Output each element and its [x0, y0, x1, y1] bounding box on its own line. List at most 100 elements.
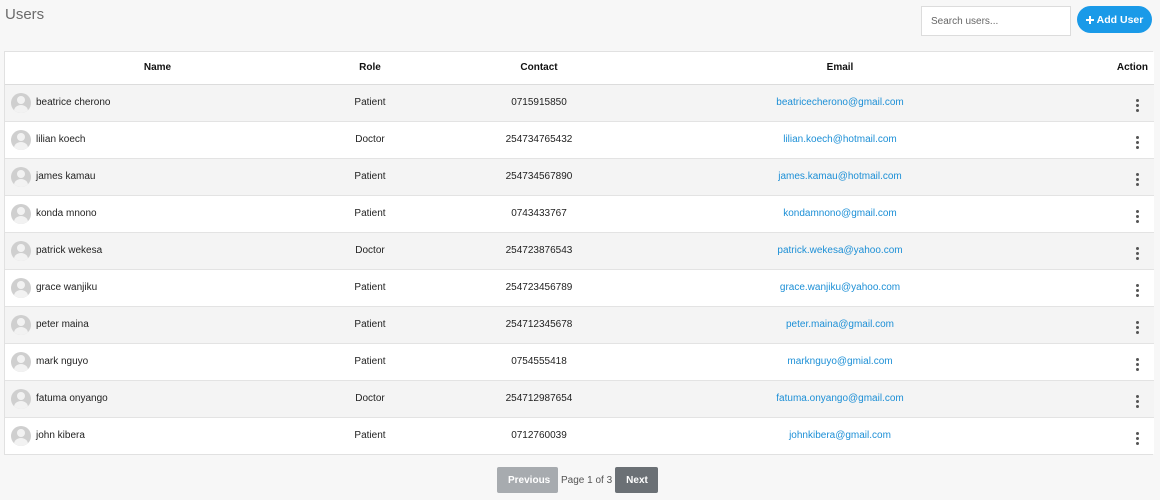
- contact-cell: 254712987654: [505, 393, 573, 404]
- name-wrap: james kamau: [11, 166, 310, 187]
- table-row: beatrice cherono Patient 0715915850 beatric…: [5, 84, 1154, 121]
- column-header-action: Action: [1032, 52, 1154, 85]
- user-name: lilian koech: [36, 134, 86, 145]
- user-avatar-icon: [11, 425, 31, 446]
- role-cell: Doctor: [355, 134, 385, 145]
- email-link[interactable]: kondamnono@gmail.com: [648, 195, 1032, 232]
- email-link[interactable]: patrick.wekesa@yahoo.com: [648, 232, 1032, 269]
- table-header-row: Name Role Contact Email Action: [5, 52, 1154, 85]
- page-title: Users: [5, 6, 45, 23]
- name-cell: peter maina: [5, 306, 310, 343]
- kebab-menu-icon[interactable]: [1134, 357, 1140, 371]
- action-cell: [1032, 121, 1154, 158]
- table-row: lilian koech Doctor 254734765432 lilian.koe…: [5, 121, 1154, 158]
- column-header-contact: Contact: [430, 52, 648, 85]
- action-cell: [1032, 269, 1154, 306]
- plus-icon: [1085, 15, 1094, 24]
- name-cell: james kamau: [5, 158, 310, 195]
- email-link[interactable]: marknguyo@gmial.com: [648, 343, 1032, 380]
- name-cell: grace wanjiku: [5, 269, 310, 306]
- table-row: mark nguyo Patient 0754555418 marknguyo@gmi…: [5, 343, 1154, 380]
- name-wrap: grace wanjiku: [11, 277, 310, 298]
- user-avatar-icon: [11, 92, 31, 113]
- email-link[interactable]: peter.maina@gmail.com: [648, 306, 1032, 343]
- table-row: grace wanjiku Patient 254723456789 grace.wa…: [5, 269, 1154, 306]
- table-row: konda mnono Patient 0743433767 kondamnono@g…: [5, 195, 1154, 232]
- name-cell: mark nguyo: [5, 343, 310, 380]
- pagination: Previous Page 1 of 3 Next: [497, 467, 659, 493]
- name-cell: patrick wekesa: [5, 232, 310, 269]
- kebab-menu-icon[interactable]: [1134, 172, 1140, 186]
- name-wrap: konda mnono: [11, 203, 310, 224]
- page-info: Page 1 of 3: [561, 474, 613, 486]
- role-cell: Patient: [354, 430, 386, 442]
- kebab-menu-icon[interactable]: [1134, 246, 1140, 260]
- role-cell: Patient: [354, 208, 386, 219]
- name-wrap: patrick wekesa: [11, 240, 310, 261]
- previous-button[interactable]: Previous: [497, 467, 558, 493]
- column-header-name: Name: [5, 52, 310, 85]
- contact-cell: 254734567890: [505, 171, 573, 182]
- user-avatar-icon: [11, 166, 31, 187]
- name-wrap: lilian koech: [11, 129, 310, 150]
- role-cell: Doctor: [355, 245, 385, 256]
- email-link[interactable]: grace.wanjiku@yahoo.com: [648, 269, 1032, 306]
- name-wrap: john kibera: [11, 425, 310, 446]
- kebab-menu-icon[interactable]: [1134, 209, 1140, 223]
- user-name: konda mnono: [36, 208, 97, 219]
- table-row: peter maina Patient 254712345678 peter.main…: [5, 306, 1154, 343]
- name-cell: beatrice cherono: [5, 84, 310, 121]
- user-name: fatuma onyango: [36, 393, 108, 404]
- table-row: john kibera Patient 0712760039 johnkibera@g…: [5, 417, 1154, 454]
- contact-cell: 0715915850: [511, 97, 567, 108]
- name-cell: fatuma onyango: [5, 380, 310, 417]
- action-cell: [1032, 343, 1154, 380]
- role-cell: Doctor: [355, 393, 385, 404]
- name-wrap: peter maina: [11, 314, 310, 335]
- add-user-button[interactable]: Add User: [1077, 6, 1152, 33]
- next-button[interactable]: Next: [615, 467, 659, 493]
- kebab-menu-icon[interactable]: [1134, 135, 1140, 149]
- contact-cell: 0743433767: [511, 208, 567, 219]
- action-cell: [1032, 195, 1154, 232]
- user-name: john kibera: [36, 430, 85, 442]
- name-cell: lilian koech: [5, 121, 310, 158]
- kebab-menu-icon[interactable]: [1134, 394, 1140, 408]
- name-wrap: fatuma onyango: [11, 388, 310, 409]
- role-cell: Patient: [354, 282, 386, 293]
- action-cell: [1032, 380, 1154, 417]
- column-header-email: Email: [648, 52, 1032, 85]
- table-row: patrick wekesa Doctor 254723876543 patrick.…: [5, 232, 1154, 269]
- user-avatar-icon: [11, 351, 31, 372]
- user-name: beatrice cherono: [36, 97, 111, 108]
- email-link[interactable]: james.kamau@hotmail.com: [648, 158, 1032, 195]
- email-link[interactable]: lilian.koech@hotmail.com: [648, 121, 1032, 158]
- contact-cell: 254723456789: [505, 282, 573, 293]
- user-avatar-icon: [11, 277, 31, 298]
- user-name: james kamau: [36, 171, 96, 182]
- email-link[interactable]: fatuma.onyango@gmail.com: [648, 380, 1032, 417]
- email-link[interactable]: johnkibera@gmail.com: [648, 417, 1032, 454]
- contact-cell: 254723876543: [505, 245, 573, 256]
- contact-cell: 254734765432: [505, 134, 573, 145]
- email-link[interactable]: beatricecherono@gmail.com: [648, 84, 1032, 121]
- contact-cell: 254712345678: [505, 319, 573, 330]
- add-user-label: Add User: [1096, 13, 1144, 26]
- kebab-menu-icon[interactable]: [1134, 283, 1140, 297]
- action-cell: [1032, 232, 1154, 269]
- user-avatar-icon: [11, 314, 31, 335]
- user-name: grace wanjiku: [36, 282, 98, 293]
- name-cell: konda mnono: [5, 195, 310, 232]
- action-cell: [1032, 158, 1154, 195]
- role-cell: Patient: [354, 97, 386, 108]
- search-input[interactable]: [921, 6, 1071, 36]
- users-table: Name Role Contact Email Action beatrice …: [4, 51, 1154, 455]
- role-cell: Patient: [354, 319, 386, 330]
- kebab-menu-icon[interactable]: [1134, 431, 1140, 445]
- user-avatar-icon: [11, 388, 31, 409]
- action-cell: [1032, 417, 1154, 454]
- name-wrap: mark nguyo: [11, 351, 310, 372]
- kebab-menu-icon[interactable]: [1134, 98, 1140, 112]
- kebab-menu-icon[interactable]: [1134, 320, 1140, 334]
- contact-cell: 0754555418: [511, 356, 567, 367]
